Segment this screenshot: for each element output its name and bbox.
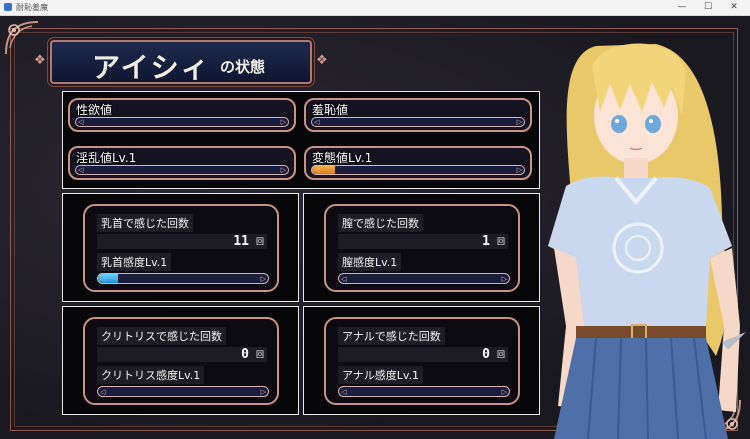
gauge-libido: 性欲値 ◁ ▷: [68, 98, 296, 132]
count-value: 0: [241, 347, 249, 362]
window-title: 耐恥羞魔: [16, 3, 48, 12]
character-status-banner: ❖ アイシィ の状態 ❖: [34, 40, 328, 84]
gauge-label: 性欲値: [76, 103, 113, 117]
count-label: 乳首で感じた回数: [97, 214, 193, 232]
banner-ornament-icon: ❖: [34, 53, 46, 68]
app-icon: [4, 3, 12, 11]
count-label: クリトリスで感じた回数: [97, 327, 226, 345]
minimize-icon[interactable]: —: [670, 0, 694, 15]
gauge-bar: ◁ ▷: [75, 165, 289, 175]
count-value-box: 11 回: [97, 234, 267, 249]
gauge-label: 変態値Lv.1: [312, 151, 373, 165]
game-screen: ❖ アイシィ の状態 ❖ 性欲値 ◁ ▷ 羞恥値 ◁ ▷ 淫乱値Lv.1 ◁ ▷ 変態…: [0, 16, 750, 439]
stat-panel-nipple: 乳首で感じた回数 11 回 乳首感度Lv.1 ◁ ▷: [62, 193, 299, 302]
banner-ornament-icon: ❖: [316, 53, 328, 68]
level-bar: ◁ ▷: [338, 386, 510, 397]
stat-card: クリトリスで感じた回数 0 回 クリトリス感度Lv.1 ◁ ▷: [83, 317, 279, 405]
character-portrait: [548, 43, 746, 439]
count-unit: 回: [256, 237, 264, 246]
gauge-bar: ◁ ▷: [311, 117, 525, 127]
window-titlebar: 耐恥羞魔 — ☐ ✕: [0, 0, 750, 16]
stat-card: アナルで感じた回数 0 回 アナル感度Lv.1 ◁ ▷: [324, 317, 520, 405]
level-bar: ◁ ▷: [97, 273, 269, 284]
level-label: アナル感度Lv.1: [338, 366, 424, 384]
gauge-label: 淫乱値Lv.1: [76, 151, 137, 165]
gauge-bar: ◁ ▷: [75, 117, 289, 127]
count-value-box: 1 回: [338, 234, 508, 249]
stat-card: 膣で感じた回数 1 回 膣感度Lv.1 ◁ ▷: [324, 204, 520, 292]
gauge-panel: 性欲値 ◁ ▷ 羞恥値 ◁ ▷ 淫乱値Lv.1 ◁ ▷ 変態値Lv.1 ◁ ▷: [62, 91, 540, 189]
level-label: 膣感度Lv.1: [338, 253, 402, 271]
count-label: アナルで感じた回数: [338, 327, 445, 345]
count-value: 0: [482, 347, 490, 362]
status-heading: の状態: [220, 58, 266, 76]
count-value-box: 0 回: [338, 347, 508, 362]
level-bar: ◁ ▷: [338, 273, 510, 284]
count-value: 11: [233, 234, 249, 249]
character-name: アイシィ: [92, 51, 211, 84]
count-value: 1: [482, 234, 490, 249]
count-label: 膣で感じた回数: [338, 214, 423, 232]
stat-panel-clitoris: クリトリスで感じた回数 0 回 クリトリス感度Lv.1 ◁ ▷: [62, 306, 299, 415]
corner-ornament-icon: [5, 21, 39, 55]
gauge-lewdness: 淫乱値Lv.1 ◁ ▷: [68, 146, 296, 180]
gauge-bar: ◁ ▷: [311, 165, 525, 175]
level-label: クリトリス感度Lv.1: [97, 366, 205, 384]
count-unit: 回: [256, 350, 264, 359]
level-label: 乳首感度Lv.1: [97, 253, 172, 271]
level-bar: ◁ ▷: [97, 386, 269, 397]
maximize-icon[interactable]: ☐: [696, 0, 720, 15]
stat-card: 乳首で感じた回数 11 回 乳首感度Lv.1 ◁ ▷: [83, 204, 279, 292]
close-icon[interactable]: ✕: [722, 0, 746, 15]
gauge-label: 羞恥値: [312, 103, 349, 117]
count-value-box: 0 回: [97, 347, 267, 362]
